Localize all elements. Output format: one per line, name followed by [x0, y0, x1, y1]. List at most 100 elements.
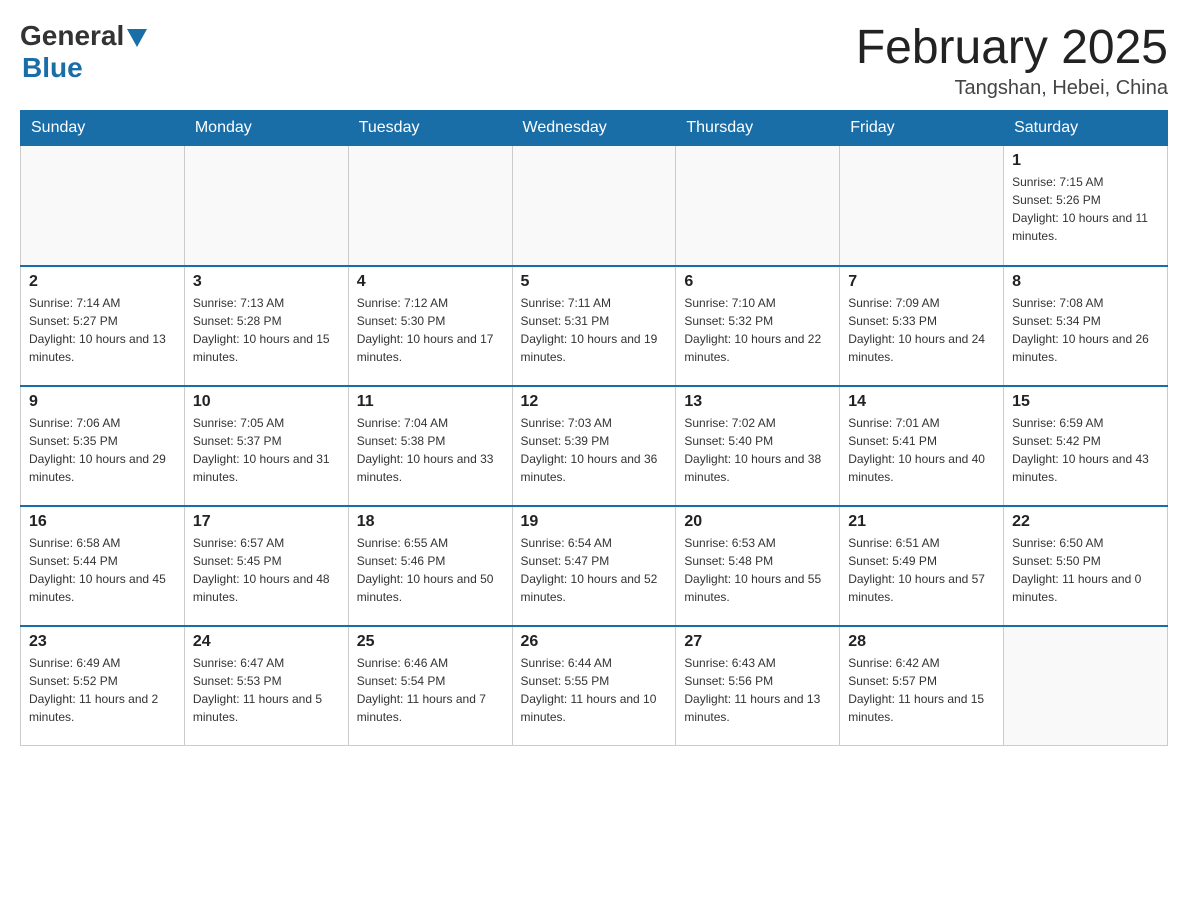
- day-info: Sunrise: 6:50 AMSunset: 5:50 PMDaylight:…: [1012, 534, 1159, 606]
- day-number: 3: [193, 273, 340, 291]
- calendar-cell: [1004, 626, 1168, 746]
- day-info: Sunrise: 6:43 AMSunset: 5:56 PMDaylight:…: [684, 654, 831, 726]
- calendar-cell: 3 Sunrise: 7:13 AMSunset: 5:28 PMDaylight…: [184, 266, 348, 386]
- calendar-week-row: 23Sunrise: 6:49 AMSunset: 5:52 PMDayligh…: [21, 626, 1168, 746]
- day-number: 21: [848, 513, 995, 531]
- calendar-cell: 12 Sunrise: 7:03 AMSunset: 5:39 PMDayligh…: [512, 386, 676, 506]
- weekday-header-sunday: Sunday: [21, 111, 185, 146]
- day-info: Sunrise: 7:01 AMSunset: 5:41 PMDaylight:…: [848, 414, 995, 486]
- calendar-header-row: SundayMondayTuesdayWednesdayThursdayFrid…: [21, 111, 1168, 146]
- logo: General Blue: [20, 20, 147, 84]
- day-info: Sunrise: 7:05 AMSunset: 5:37 PMDaylight:…: [193, 414, 340, 486]
- day-info: Sunrise: 7:14 AMSunset: 5:27 PMDaylight:…: [29, 294, 176, 366]
- calendar-cell: 21 Sunrise: 6:51 AMSunset: 5:49 PMDayligh…: [840, 506, 1004, 626]
- day-number: 17: [193, 513, 340, 531]
- page-header: General Blue February 2025 Tangshan, Heb…: [20, 20, 1168, 100]
- weekday-header-tuesday: Tuesday: [348, 111, 512, 146]
- day-number: 12: [521, 393, 668, 411]
- day-info: Sunrise: 7:04 AMSunset: 5:38 PMDaylight:…: [357, 414, 504, 486]
- calendar-cell: 22 Sunrise: 6:50 AMSunset: 5:50 PMDayligh…: [1004, 506, 1168, 626]
- day-info: Sunrise: 7:15 AMSunset: 5:26 PMDaylight:…: [1012, 173, 1159, 245]
- calendar-cell: [21, 146, 185, 266]
- day-number: 2: [29, 273, 176, 291]
- day-number: 1: [1012, 152, 1159, 170]
- day-info: Sunrise: 6:55 AMSunset: 5:46 PMDaylight:…: [357, 534, 504, 606]
- day-info: Sunrise: 7:09 AMSunset: 5:33 PMDaylight:…: [848, 294, 995, 366]
- calendar-cell: 24 Sunrise: 6:47 AMSunset: 5:53 PMDayligh…: [184, 626, 348, 746]
- day-number: 25: [357, 633, 504, 651]
- calendar-cell: 13 Sunrise: 7:02 AMSunset: 5:40 PMDayligh…: [676, 386, 840, 506]
- weekday-header-friday: Friday: [840, 111, 1004, 146]
- weekday-header-monday: Monday: [184, 111, 348, 146]
- calendar-week-row: 16 Sunrise: 6:58 AMSunset: 5:44 PMDayligh…: [21, 506, 1168, 626]
- day-info: Sunrise: 7:12 AMSunset: 5:30 PMDaylight:…: [357, 294, 504, 366]
- day-info: Sunrise: 6:44 AMSunset: 5:55 PMDaylight:…: [521, 654, 668, 726]
- day-info: Sunrise: 6:58 AMSunset: 5:44 PMDaylight:…: [29, 534, 176, 606]
- calendar-week-row: 1 Sunrise: 7:15 AMSunset: 5:26 PMDaylight…: [21, 146, 1168, 266]
- day-number: 8: [1012, 273, 1159, 291]
- calendar-cell: 8 Sunrise: 7:08 AMSunset: 5:34 PMDaylight…: [1004, 266, 1168, 386]
- day-info: Sunrise: 6:42 AMSunset: 5:57 PMDaylight:…: [848, 654, 995, 726]
- logo-general-text: General: [20, 20, 124, 52]
- location: Tangshan, Hebei, China: [856, 77, 1168, 100]
- day-number: 14: [848, 393, 995, 411]
- weekday-header-wednesday: Wednesday: [512, 111, 676, 146]
- calendar-cell: [840, 146, 1004, 266]
- calendar-cell: 7 Sunrise: 7:09 AMSunset: 5:33 PMDaylight…: [840, 266, 1004, 386]
- calendar-cell: 6 Sunrise: 7:10 AMSunset: 5:32 PMDaylight…: [676, 266, 840, 386]
- day-info: Sunrise: 6:59 AMSunset: 5:42 PMDaylight:…: [1012, 414, 1159, 486]
- day-number: 9: [29, 393, 176, 411]
- day-number: 13: [684, 393, 831, 411]
- calendar-cell: 14 Sunrise: 7:01 AMSunset: 5:41 PMDayligh…: [840, 386, 1004, 506]
- day-info: Sunrise: 7:03 AMSunset: 5:39 PMDaylight:…: [521, 414, 668, 486]
- month-title: February 2025: [856, 20, 1168, 75]
- day-number: 7: [848, 273, 995, 291]
- calendar-cell: 25 Sunrise: 6:46 AMSunset: 5:54 PMDayligh…: [348, 626, 512, 746]
- weekday-header-saturday: Saturday: [1004, 111, 1168, 146]
- calendar-cell: 27 Sunrise: 6:43 AMSunset: 5:56 PMDayligh…: [676, 626, 840, 746]
- logo-blue-text: Blue: [22, 52, 83, 83]
- calendar-cell: 17 Sunrise: 6:57 AMSunset: 5:45 PMDayligh…: [184, 506, 348, 626]
- day-info: Sunrise: 7:02 AMSunset: 5:40 PMDaylight:…: [684, 414, 831, 486]
- day-number: 23: [29, 633, 176, 651]
- calendar-cell: [676, 146, 840, 266]
- day-info: Sunrise: 7:13 AMSunset: 5:28 PMDaylight:…: [193, 294, 340, 366]
- day-number: 11: [357, 393, 504, 411]
- day-info: Sunrise: 6:51 AMSunset: 5:49 PMDaylight:…: [848, 534, 995, 606]
- day-info: Sunrise: 7:08 AMSunset: 5:34 PMDaylight:…: [1012, 294, 1159, 366]
- day-number: 19: [521, 513, 668, 531]
- day-number: 27: [684, 633, 831, 651]
- day-number: 22: [1012, 513, 1159, 531]
- day-number: 6: [684, 273, 831, 291]
- calendar-cell: 2 Sunrise: 7:14 AMSunset: 5:27 PMDaylight…: [21, 266, 185, 386]
- day-info: Sunrise: 6:47 AMSunset: 5:53 PMDaylight:…: [193, 654, 340, 726]
- day-info: Sunrise: 7:11 AMSunset: 5:31 PMDaylight:…: [521, 294, 668, 366]
- day-number: 18: [357, 513, 504, 531]
- calendar-cell: 19 Sunrise: 6:54 AMSunset: 5:47 PMDayligh…: [512, 506, 676, 626]
- title-section: February 2025 Tangshan, Hebei, China: [856, 20, 1168, 100]
- calendar-cell: 4 Sunrise: 7:12 AMSunset: 5:30 PMDaylight…: [348, 266, 512, 386]
- day-number: 24: [193, 633, 340, 651]
- day-info: Sunrise: 7:10 AMSunset: 5:32 PMDaylight:…: [684, 294, 831, 366]
- day-number: 15: [1012, 393, 1159, 411]
- calendar-cell: 10Sunrise: 7:05 AMSunset: 5:37 PMDayligh…: [184, 386, 348, 506]
- calendar-week-row: 2 Sunrise: 7:14 AMSunset: 5:27 PMDaylight…: [21, 266, 1168, 386]
- calendar-cell: 26Sunrise: 6:44 AMSunset: 5:55 PMDayligh…: [512, 626, 676, 746]
- day-info: Sunrise: 7:06 AMSunset: 5:35 PMDaylight:…: [29, 414, 176, 486]
- day-info: Sunrise: 6:57 AMSunset: 5:45 PMDaylight:…: [193, 534, 340, 606]
- calendar-cell: 23Sunrise: 6:49 AMSunset: 5:52 PMDayligh…: [21, 626, 185, 746]
- logo-triangle-icon: [127, 29, 147, 47]
- day-number: 20: [684, 513, 831, 531]
- calendar-week-row: 9 Sunrise: 7:06 AMSunset: 5:35 PMDaylight…: [21, 386, 1168, 506]
- day-info: Sunrise: 6:46 AMSunset: 5:54 PMDaylight:…: [357, 654, 504, 726]
- day-info: Sunrise: 6:54 AMSunset: 5:47 PMDaylight:…: [521, 534, 668, 606]
- day-number: 16: [29, 513, 176, 531]
- calendar-table: SundayMondayTuesdayWednesdayThursdayFrid…: [20, 110, 1168, 746]
- day-number: 28: [848, 633, 995, 651]
- calendar-cell: 18 Sunrise: 6:55 AMSunset: 5:46 PMDayligh…: [348, 506, 512, 626]
- weekday-header-thursday: Thursday: [676, 111, 840, 146]
- day-number: 4: [357, 273, 504, 291]
- calendar-cell: [348, 146, 512, 266]
- calendar-cell: 9 Sunrise: 7:06 AMSunset: 5:35 PMDaylight…: [21, 386, 185, 506]
- calendar-cell: 11 Sunrise: 7:04 AMSunset: 5:38 PMDayligh…: [348, 386, 512, 506]
